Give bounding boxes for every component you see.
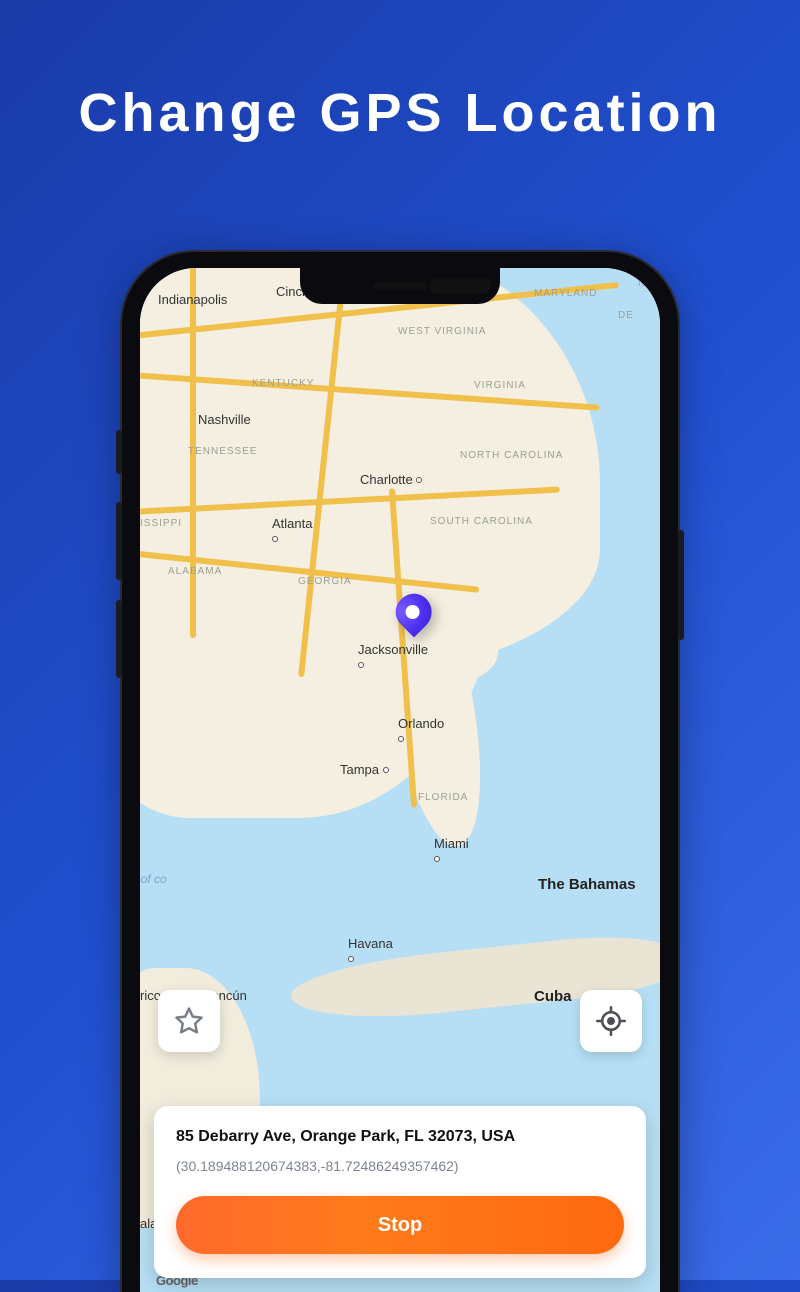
map-label-north-carolina: NORTH CAROLINA <box>460 450 563 461</box>
location-address: 85 Debarry Ave, Orange Park, FL 32073, U… <box>176 1128 624 1146</box>
map-label-charlotte: Charlotte <box>360 472 422 487</box>
phone-volume-up <box>116 502 122 580</box>
phone-volume-down <box>116 600 122 678</box>
map-label-havana: Havana <box>348 936 393 966</box>
map-label-georgia: GEORGIA <box>298 576 352 587</box>
map-label-west-virginia: WEST VIRGINIA <box>398 326 486 337</box>
location-pin-icon[interactable] <box>396 594 436 634</box>
map-label-south-carolina: SOUTH CAROLINA <box>430 516 533 527</box>
map-label-bahamas: The Bahamas <box>538 876 636 893</box>
map-label-nj: NJ <box>638 278 652 289</box>
map-label-florida: FLORIDA <box>418 792 468 803</box>
map-label-atlanta: Atlanta <box>272 516 312 546</box>
map-label-jacksonville: Jacksonville <box>358 642 428 672</box>
phone-mute-switch <box>116 430 122 474</box>
recenter-button[interactable] <box>580 990 642 1052</box>
map-label-orlando: Orlando <box>398 716 444 746</box>
map-label-tampa: Tampa <box>340 762 389 777</box>
star-icon <box>174 1006 204 1036</box>
map-label-virginia: VIRGINIA <box>474 380 526 391</box>
location-card: 85 Debarry Ave, Orange Park, FL 32073, U… <box>154 1106 646 1278</box>
locate-icon <box>596 1006 626 1036</box>
map-label-de: DE <box>618 310 634 321</box>
map-label-cuba: Cuba <box>534 988 572 1005</box>
map-label-nashville: Nashville <box>198 412 251 427</box>
location-coordinates: (30.189488120674383,-81.72486249357462) <box>176 1158 624 1174</box>
map-label-gulf: f of co <box>140 872 167 886</box>
phone-frame: Indianapolis Cincinnati MARYLAND NJ DE W… <box>122 252 678 1292</box>
map-label-alabama: ALABAMA <box>168 566 222 577</box>
phone-screen: Indianapolis Cincinnati MARYLAND NJ DE W… <box>140 268 660 1292</box>
page-headline: Change GPS Location <box>0 0 800 144</box>
favorite-button[interactable] <box>158 990 220 1052</box>
map-label-indianapolis: Indianapolis <box>158 292 227 307</box>
phone-notch <box>300 268 500 304</box>
phone-power-button <box>678 530 684 640</box>
stop-button[interactable]: Stop <box>176 1196 624 1254</box>
map-label-tennessee: TENNESSEE <box>188 446 258 457</box>
map-label-miami: Miami <box>434 836 469 866</box>
map-label-kentucky: KENTUCKY <box>252 378 314 389</box>
map-label-mississippi: ISSIPPI <box>140 518 182 529</box>
map-label-maryland: MARYLAND <box>534 288 597 299</box>
